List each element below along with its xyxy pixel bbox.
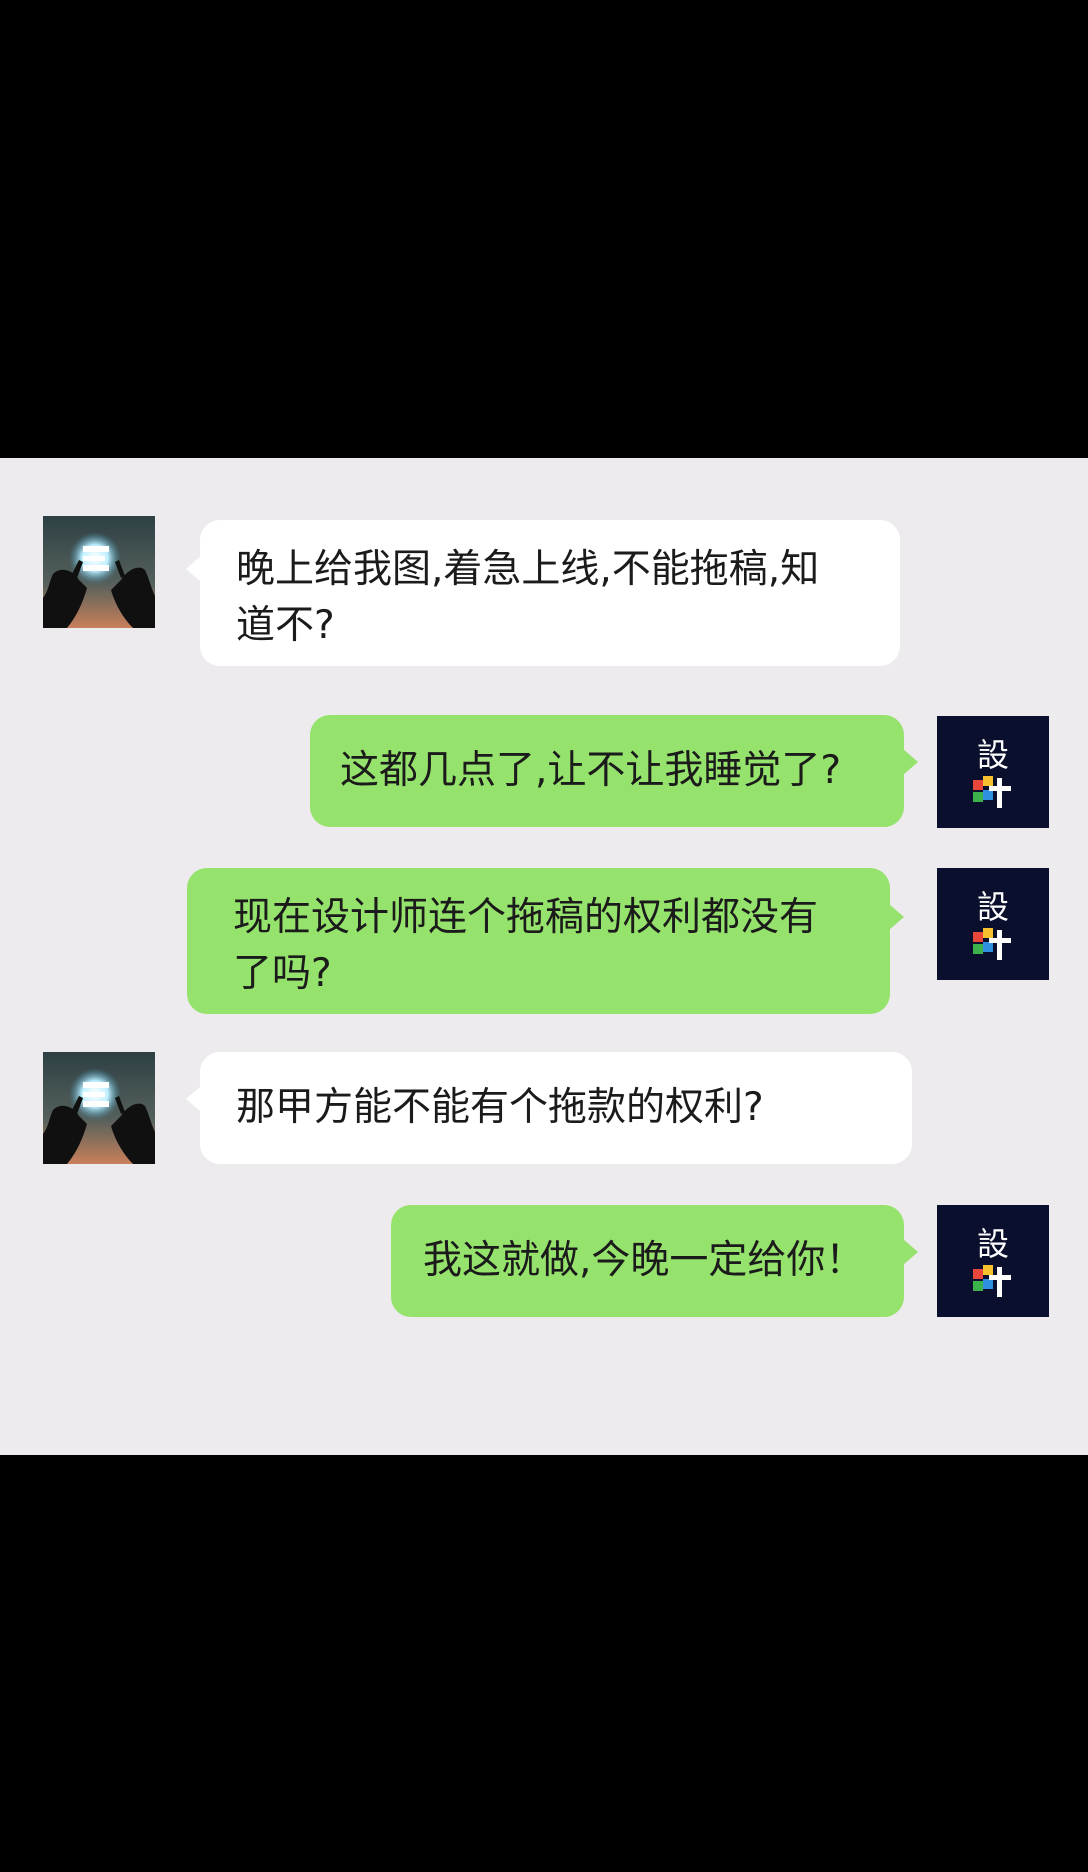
letterbox-bottom — [0, 1455, 1088, 1872]
self-avatar[interactable]: 設 — [937, 868, 1049, 980]
message-text: 我这就做,今晚一定给你！ — [423, 1238, 865, 1283]
bubble-tail — [186, 556, 201, 582]
self-avatar[interactable]: 設 — [937, 716, 1049, 828]
message-bubble-sent[interactable]: 这都几点了,让不让我睡觉了? — [310, 715, 918, 827]
self-avatar[interactable]: 設 — [937, 1205, 1049, 1317]
bubble-tail — [903, 749, 918, 775]
message-bubble-sent[interactable]: 我这就做,今晚一定给你！ — [391, 1205, 918, 1317]
raised-hands-icon — [43, 1052, 155, 1164]
letterbox-top — [0, 0, 1088, 458]
design-logo-icon: 設 — [937, 1205, 1049, 1317]
contact-avatar[interactable] — [43, 516, 155, 628]
chat-area[interactable]: 晚上给我图,着急上线,不能拖稿,知 道不? 这都几点了,让不让我睡觉了? 設 现… — [0, 458, 1088, 1455]
message-text: 晚上给我图,着急上线,不能拖稿,知 道不? — [236, 547, 820, 648]
svg-text:設: 設 — [977, 736, 1009, 774]
svg-text:設: 設 — [977, 1225, 1009, 1263]
bubble-tail — [889, 904, 904, 930]
design-logo-icon: 設 — [937, 868, 1049, 980]
message-text: 那甲方能不能有个拖款的权利? — [236, 1085, 764, 1130]
bubble-tail — [903, 1239, 918, 1265]
message-bubble-sent[interactable]: 现在设计师连个拖稿的权利都没有 了吗? — [187, 868, 904, 1014]
message-bubble-received[interactable]: 那甲方能不能有个拖款的权利? — [186, 1052, 912, 1164]
message-bubble-received[interactable]: 晚上给我图,着急上线,不能拖稿,知 道不? — [186, 520, 900, 666]
message-text: 现在设计师连个拖稿的权利都没有 了吗? — [233, 895, 819, 996]
raised-hands-icon — [43, 516, 155, 628]
message-text: 这都几点了,让不让我睡觉了? — [340, 748, 842, 793]
bubble-tail — [186, 1086, 201, 1112]
svg-text:設: 設 — [977, 888, 1009, 926]
contact-avatar[interactable] — [43, 1052, 155, 1164]
design-logo-icon: 設 — [937, 716, 1049, 828]
